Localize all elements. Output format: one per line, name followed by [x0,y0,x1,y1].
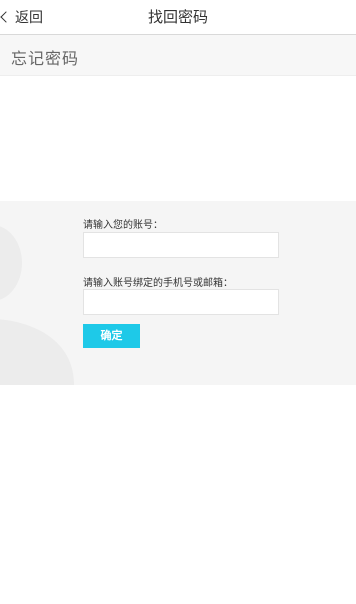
account-input[interactable] [83,232,279,258]
confirm-button[interactable]: 确定 [83,324,140,348]
section-header: 忘记密码 [0,35,356,76]
account-label: 请输入您的账号： [83,220,163,231]
contact-label: 请输入账号绑定的手机号或邮箱： [83,278,233,289]
top-bar: 返回 找回密码 [0,0,356,35]
contact-input[interactable] [83,289,279,315]
form-panel: 请输入您的账号： 请输入账号绑定的手机号或邮箱： 确定 [0,201,356,385]
forgot-password-page: 返回 找回密码 忘记密码 请输入您的账号： 请输入账号绑定的手机号或邮箱： 确定 [0,0,356,604]
section-title: 忘记密码 [11,49,80,68]
page-title: 找回密码 [147,8,208,26]
user-silhouette-icon [0,226,74,385]
